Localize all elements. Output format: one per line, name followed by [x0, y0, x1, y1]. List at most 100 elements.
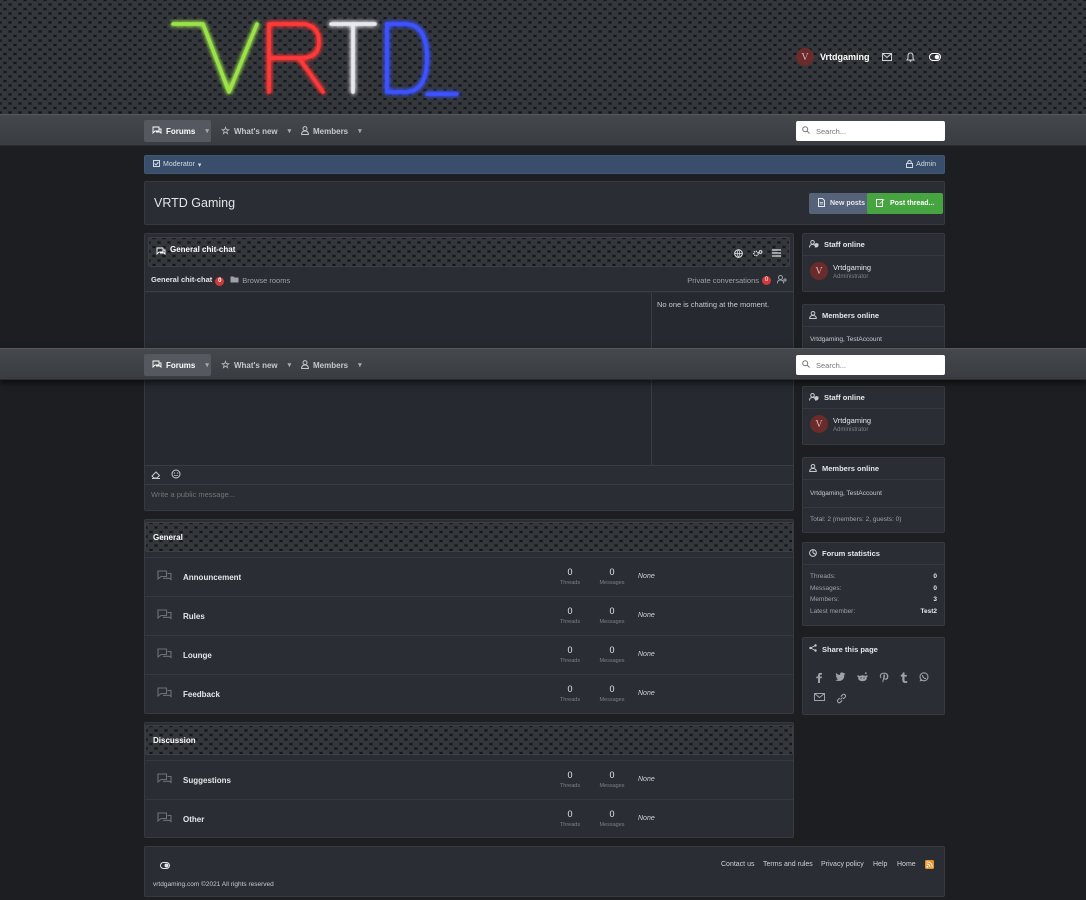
tab-members[interactable]: Members ▾	[293, 354, 370, 376]
forum-row[interactable]: Other 0 Threads 0 Messages None	[145, 799, 793, 837]
new-posts-button[interactable]: New posts	[809, 193, 875, 214]
staff-member[interactable]: V Vrtdgaming Administrator	[803, 256, 944, 286]
header-banner: V Vrtdgaming	[0, 0, 1086, 115]
caret-down-icon[interactable]: ▾	[358, 127, 362, 135]
stat-label: Latest member:	[810, 607, 856, 615]
tab-forums[interactable]: Forums ▾	[144, 120, 211, 142]
staff-name[interactable]: Vrtdgaming	[833, 416, 871, 425]
forum-comments-icon	[157, 648, 172, 662]
members-online-block: Members online Vrtdgaming, TestAccount T…	[802, 457, 945, 533]
footer-link-help[interactable]: Help	[873, 861, 887, 868]
category-title: General	[153, 532, 183, 542]
menu-icon[interactable]	[772, 249, 781, 260]
forum-title[interactable]: Feedback	[183, 690, 220, 699]
search-box[interactable]	[796, 121, 945, 141]
style-toggle-icon[interactable]	[928, 50, 942, 64]
thread-count: 0	[567, 770, 573, 780]
search-input[interactable]	[816, 126, 926, 136]
settings-icon[interactable]	[752, 249, 763, 260]
footer-link-privacy[interactable]: Privacy policy	[821, 861, 864, 868]
forum-row[interactable]: Feedback 0 Threads 0 Messages None	[145, 674, 793, 713]
forum-title[interactable]: Other	[183, 815, 204, 824]
forum-title[interactable]: Rules	[183, 612, 205, 621]
button-label: New posts	[830, 200, 866, 207]
style-toggle-icon[interactable]	[160, 861, 170, 871]
facebook-icon[interactable]	[814, 672, 824, 685]
forum-row[interactable]: Lounge 0 Threads 0 Messages None	[145, 635, 793, 674]
search-box[interactable]	[796, 355, 945, 375]
footer-link-terms[interactable]: Terms and rules	[763, 861, 813, 868]
reddit-icon[interactable]	[857, 672, 868, 685]
staff-member[interactable]: V Vrtdgaming Administrator	[803, 409, 944, 439]
twitter-icon[interactable]	[835, 672, 846, 685]
forum-title[interactable]: Lounge	[183, 651, 212, 660]
post-thread-button[interactable]: Post thread...	[867, 193, 944, 214]
tab-whats-new[interactable]: ☆ What's new ▾	[213, 354, 299, 376]
tab-members[interactable]: Members ▾	[293, 120, 370, 142]
add-user-icon[interactable]	[776, 275, 787, 286]
chart-pie-icon	[809, 548, 817, 559]
search-input[interactable]	[816, 360, 926, 370]
caret-down-icon[interactable]: ▾	[288, 361, 292, 369]
thread-count: 0	[567, 809, 573, 819]
chat-toolbar	[145, 465, 793, 485]
admin-link[interactable]: Admin	[906, 159, 936, 170]
private-conversations-link[interactable]: Private conversations 0	[687, 275, 787, 286]
staff-name[interactable]: Vrtdgaming	[833, 263, 871, 272]
footer-link-home[interactable]: Home	[897, 861, 916, 868]
smile-icon[interactable]	[171, 469, 181, 481]
chat-message-input[interactable]	[151, 490, 751, 499]
bell-icon[interactable]	[904, 50, 918, 64]
thread-count: 0	[567, 684, 573, 694]
chat-title: General chit-chat	[170, 244, 236, 254]
message-count: 0	[609, 567, 615, 577]
search-icon	[802, 126, 810, 136]
footer: Contact us Terms and rules Privacy polic…	[144, 846, 945, 897]
envelope-icon[interactable]	[880, 50, 894, 64]
thread-count: 0	[567, 567, 573, 577]
members-list[interactable]: Vrtdgaming, TestAccount	[803, 480, 944, 508]
caret-down-icon[interactable]: ▾	[358, 361, 362, 369]
threads-label: Threads	[559, 822, 581, 828]
whatsapp-icon[interactable]	[919, 672, 929, 685]
link-icon[interactable]	[836, 693, 847, 706]
globe-icon[interactable]	[734, 249, 743, 260]
latest-member-link[interactable]: Test2	[921, 608, 938, 615]
block-header: Members online	[803, 458, 944, 480]
star-icon: ☆	[221, 359, 230, 371]
forum-row[interactable]: Announcement 0 Threads 0 Messages None	[145, 557, 793, 596]
tab-label: Members	[313, 126, 349, 136]
members-online-block-upper: Members online Vrtdgaming, TestAccount	[802, 304, 945, 352]
rss-icon[interactable]	[925, 860, 934, 871]
members-list[interactable]: Vrtdgaming, TestAccount	[803, 327, 944, 343]
eraser-icon[interactable]	[151, 470, 161, 481]
chat-room-tab[interactable]: General chit-chat 0	[151, 275, 225, 286]
forum-title[interactable]: Announcement	[183, 573, 241, 582]
share-icon	[809, 644, 817, 654]
site-logo[interactable]	[165, 12, 465, 107]
user-menu[interactable]: V Vrtdgaming	[796, 48, 870, 66]
share-page-block: Share this page	[802, 637, 945, 715]
forum-title[interactable]: Suggestions	[183, 776, 231, 785]
thread-count: 0	[567, 606, 573, 616]
tab-forums[interactable]: Forums ▾	[144, 354, 211, 376]
latest-post: None	[638, 815, 655, 822]
chat-notice: No one is chatting at the moment.	[657, 300, 770, 309]
latest-post: None	[638, 776, 655, 783]
pinterest-icon[interactable]	[879, 672, 889, 685]
forum-row[interactable]: Rules 0 Threads 0 Messages None	[145, 596, 793, 635]
browse-rooms-label: Browse rooms	[242, 276, 291, 285]
forum-row[interactable]: Suggestions 0 Threads 0 Messages None	[145, 760, 793, 799]
footer-link-contact[interactable]: Contact us	[721, 861, 754, 868]
caret-down-icon[interactable]: ▾	[205, 127, 209, 135]
tumblr-icon[interactable]	[900, 672, 908, 685]
category-header[interactable]: Discussion	[145, 725, 793, 755]
tab-whats-new[interactable]: ☆ What's new ▾	[213, 120, 299, 142]
category-header[interactable]: General	[145, 522, 793, 552]
caret-down-icon[interactable]: ▾	[205, 361, 209, 369]
moderator-menu[interactable]: Moderator ▾	[153, 160, 201, 169]
browse-rooms-link[interactable]: Browse rooms	[230, 276, 290, 285]
email-icon[interactable]	[814, 693, 825, 706]
caret-down-icon[interactable]: ▾	[288, 127, 292, 135]
latest-post: None	[638, 690, 655, 697]
